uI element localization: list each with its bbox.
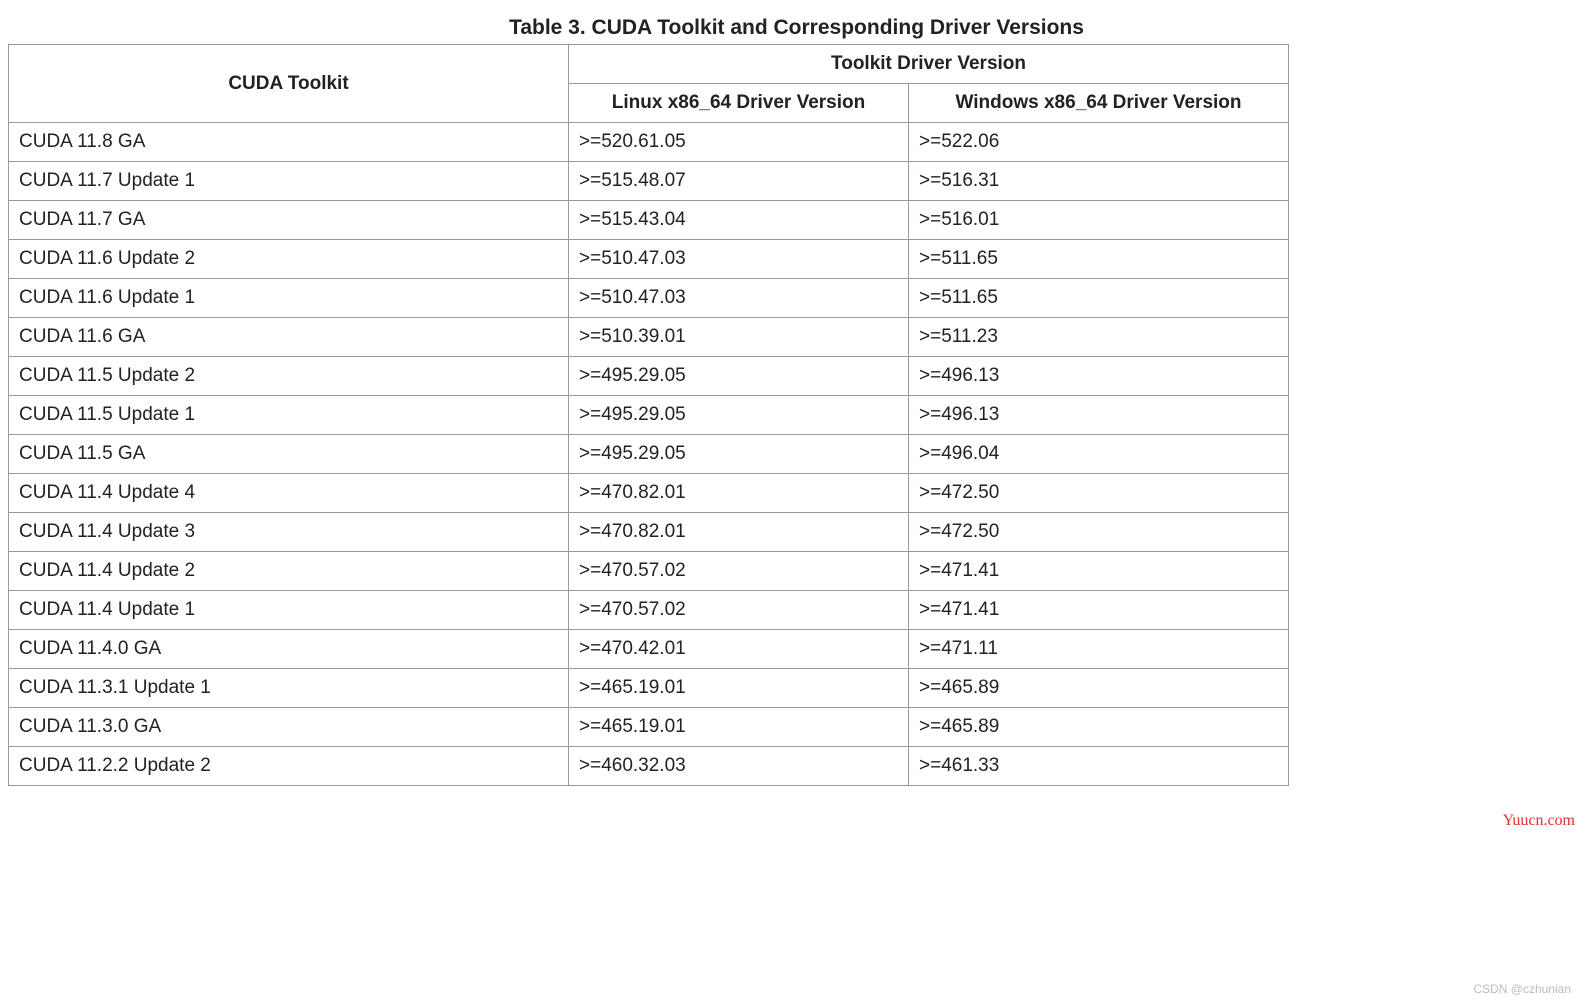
table-row: CUDA 11.4 Update 4>=470.82.01>=472.50 [9, 474, 1289, 513]
cell-windows: >=472.50 [909, 513, 1289, 552]
cell-toolkit: CUDA 11.5 Update 2 [9, 357, 569, 396]
cell-windows: >=461.33 [909, 747, 1289, 786]
cell-toolkit: CUDA 11.7 Update 1 [9, 162, 569, 201]
table-row: CUDA 11.7 Update 1>=515.48.07>=516.31 [9, 162, 1289, 201]
table-row: CUDA 11.3.0 GA>=465.19.01>=465.89 [9, 708, 1289, 747]
cell-windows: >=496.13 [909, 357, 1289, 396]
watermark-csdn: CSDN @czhunian [1473, 982, 1571, 996]
cell-linux: >=470.82.01 [569, 513, 909, 552]
table-row: CUDA 11.5 GA>=495.29.05>=496.04 [9, 435, 1289, 474]
table-row: CUDA 11.6 GA>=510.39.01>=511.23 [9, 318, 1289, 357]
cell-toolkit: CUDA 11.4 Update 2 [9, 552, 569, 591]
cell-linux: >=510.47.03 [569, 279, 909, 318]
cell-toolkit: CUDA 11.6 Update 2 [9, 240, 569, 279]
cell-linux: >=465.19.01 [569, 669, 909, 708]
cell-toolkit: CUDA 11.4 Update 4 [9, 474, 569, 513]
table-row: CUDA 11.7 GA>=515.43.04>=516.01 [9, 201, 1289, 240]
table-row: CUDA 11.5 Update 2>=495.29.05>=496.13 [9, 357, 1289, 396]
cell-toolkit: CUDA 11.4.0 GA [9, 630, 569, 669]
cell-linux: >=510.47.03 [569, 240, 909, 279]
table-row: CUDA 11.3.1 Update 1>=465.19.01>=465.89 [9, 669, 1289, 708]
cell-windows: >=522.06 [909, 123, 1289, 162]
cell-windows: >=471.41 [909, 552, 1289, 591]
cell-linux: >=465.19.01 [569, 708, 909, 747]
table-row: CUDA 11.4 Update 2>=470.57.02>=471.41 [9, 552, 1289, 591]
table-row: CUDA 11.6 Update 1>=510.47.03>=511.65 [9, 279, 1289, 318]
cuda-driver-table: CUDA Toolkit Toolkit Driver Version Linu… [8, 44, 1289, 786]
cell-linux: >=470.42.01 [569, 630, 909, 669]
header-windows: Windows x86_64 Driver Version [909, 84, 1289, 123]
cell-windows: >=511.65 [909, 240, 1289, 279]
table-row: CUDA 11.4 Update 1>=470.57.02>=471.41 [9, 591, 1289, 630]
table-row: CUDA 11.4.0 GA>=470.42.01>=471.11 [9, 630, 1289, 669]
cell-linux: >=510.39.01 [569, 318, 909, 357]
cell-windows: >=496.13 [909, 396, 1289, 435]
table-row: CUDA 11.2.2 Update 2>=460.32.03>=461.33 [9, 747, 1289, 786]
watermark-yuucn: Yuucn.com [1503, 812, 1575, 830]
cell-linux: >=460.32.03 [569, 747, 909, 786]
cell-windows: >=516.31 [909, 162, 1289, 201]
cell-toolkit: CUDA 11.4 Update 3 [9, 513, 569, 552]
cell-windows: >=465.89 [909, 708, 1289, 747]
cell-toolkit: CUDA 11.5 Update 1 [9, 396, 569, 435]
cell-toolkit: CUDA 11.2.2 Update 2 [9, 747, 569, 786]
table-header-row-1: CUDA Toolkit Toolkit Driver Version [9, 45, 1289, 84]
cell-linux: >=515.48.07 [569, 162, 909, 201]
cell-toolkit: CUDA 11.3.0 GA [9, 708, 569, 747]
cell-toolkit: CUDA 11.3.1 Update 1 [9, 669, 569, 708]
cell-toolkit: CUDA 11.4 Update 1 [9, 591, 569, 630]
cell-linux: >=495.29.05 [569, 357, 909, 396]
cell-windows: >=472.50 [909, 474, 1289, 513]
table-row: CUDA 11.8 GA>=520.61.05>=522.06 [9, 123, 1289, 162]
cell-windows: >=511.23 [909, 318, 1289, 357]
cell-linux: >=470.57.02 [569, 591, 909, 630]
cell-windows: >=471.41 [909, 591, 1289, 630]
cell-windows: >=471.11 [909, 630, 1289, 669]
cell-toolkit: CUDA 11.6 Update 1 [9, 279, 569, 318]
header-driver-version: Toolkit Driver Version [569, 45, 1289, 84]
cell-toolkit: CUDA 11.8 GA [9, 123, 569, 162]
table-row: CUDA 11.6 Update 2>=510.47.03>=511.65 [9, 240, 1289, 279]
cell-linux: >=495.29.05 [569, 396, 909, 435]
cell-linux: >=520.61.05 [569, 123, 909, 162]
table-title: Table 3. CUDA Toolkit and Corresponding … [8, 16, 1585, 40]
cell-linux: >=515.43.04 [569, 201, 909, 240]
header-linux: Linux x86_64 Driver Version [569, 84, 909, 123]
cell-linux: >=495.29.05 [569, 435, 909, 474]
table-row: CUDA 11.5 Update 1>=495.29.05>=496.13 [9, 396, 1289, 435]
cell-toolkit: CUDA 11.7 GA [9, 201, 569, 240]
table-row: CUDA 11.4 Update 3>=470.82.01>=472.50 [9, 513, 1289, 552]
cell-windows: >=516.01 [909, 201, 1289, 240]
cell-windows: >=496.04 [909, 435, 1289, 474]
cell-toolkit: CUDA 11.5 GA [9, 435, 569, 474]
cell-toolkit: CUDA 11.6 GA [9, 318, 569, 357]
cell-linux: >=470.57.02 [569, 552, 909, 591]
cell-windows: >=465.89 [909, 669, 1289, 708]
cell-windows: >=511.65 [909, 279, 1289, 318]
header-toolkit: CUDA Toolkit [9, 45, 569, 123]
cell-linux: >=470.82.01 [569, 474, 909, 513]
